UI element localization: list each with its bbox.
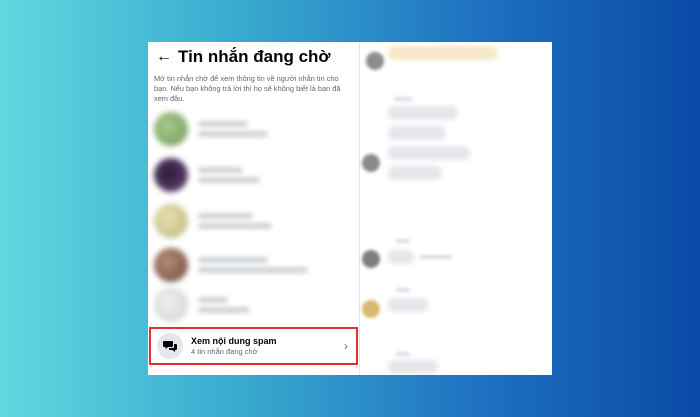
avatar — [154, 158, 188, 192]
pending-description: Mở tin nhắn chờ để xem thông tin về ngườ… — [154, 74, 341, 103]
list-item[interactable] — [154, 286, 354, 324]
message-bubble — [388, 298, 428, 312]
message-bubble — [388, 146, 470, 160]
timestamp — [396, 288, 410, 292]
timestamp — [394, 97, 412, 101]
avatar — [362, 300, 380, 318]
list-item[interactable] — [154, 202, 354, 240]
avatar — [154, 112, 188, 146]
spam-title: Xem nội dung spam — [191, 335, 277, 346]
timestamp — [396, 352, 410, 356]
message-bubble — [388, 360, 438, 374]
list-item[interactable] — [154, 246, 354, 284]
pending-messages-panel: ← Tin nhắn đang chờ Mở tin nhắn chờ để x… — [148, 42, 359, 375]
spam-subtitle: 4 tin nhắn đang chờ — [191, 346, 258, 356]
list-item[interactable] — [154, 156, 354, 194]
page-title: Tin nhắn đang chờ — [178, 47, 331, 66]
messenger-window: ← Tin nhắn đang chờ Mở tin nhắn chờ để x… — [148, 42, 552, 375]
avatar — [154, 248, 188, 282]
message-bubble — [388, 106, 458, 120]
avatar — [366, 52, 384, 70]
panel-header: ← Tin nhắn đang chờ — [156, 44, 331, 70]
chat-bubbles-icon — [157, 333, 183, 359]
message-bubble — [388, 250, 414, 264]
conversation-preview — [360, 42, 552, 375]
spam-content-button[interactable]: Xem nội dung spam 4 tin nhắn đang chờ › — [149, 327, 358, 365]
reaction-strip — [420, 255, 452, 259]
back-arrow-icon[interactable]: ← — [156, 48, 174, 66]
message-bubble — [388, 46, 498, 60]
avatar — [362, 250, 380, 268]
avatar — [362, 154, 380, 172]
timestamp — [396, 239, 410, 243]
chevron-right-icon: › — [344, 339, 348, 353]
message-bubble — [388, 166, 442, 180]
avatar — [154, 204, 188, 238]
message-bubble — [388, 126, 446, 140]
list-item[interactable] — [154, 110, 354, 148]
avatar — [154, 288, 188, 322]
